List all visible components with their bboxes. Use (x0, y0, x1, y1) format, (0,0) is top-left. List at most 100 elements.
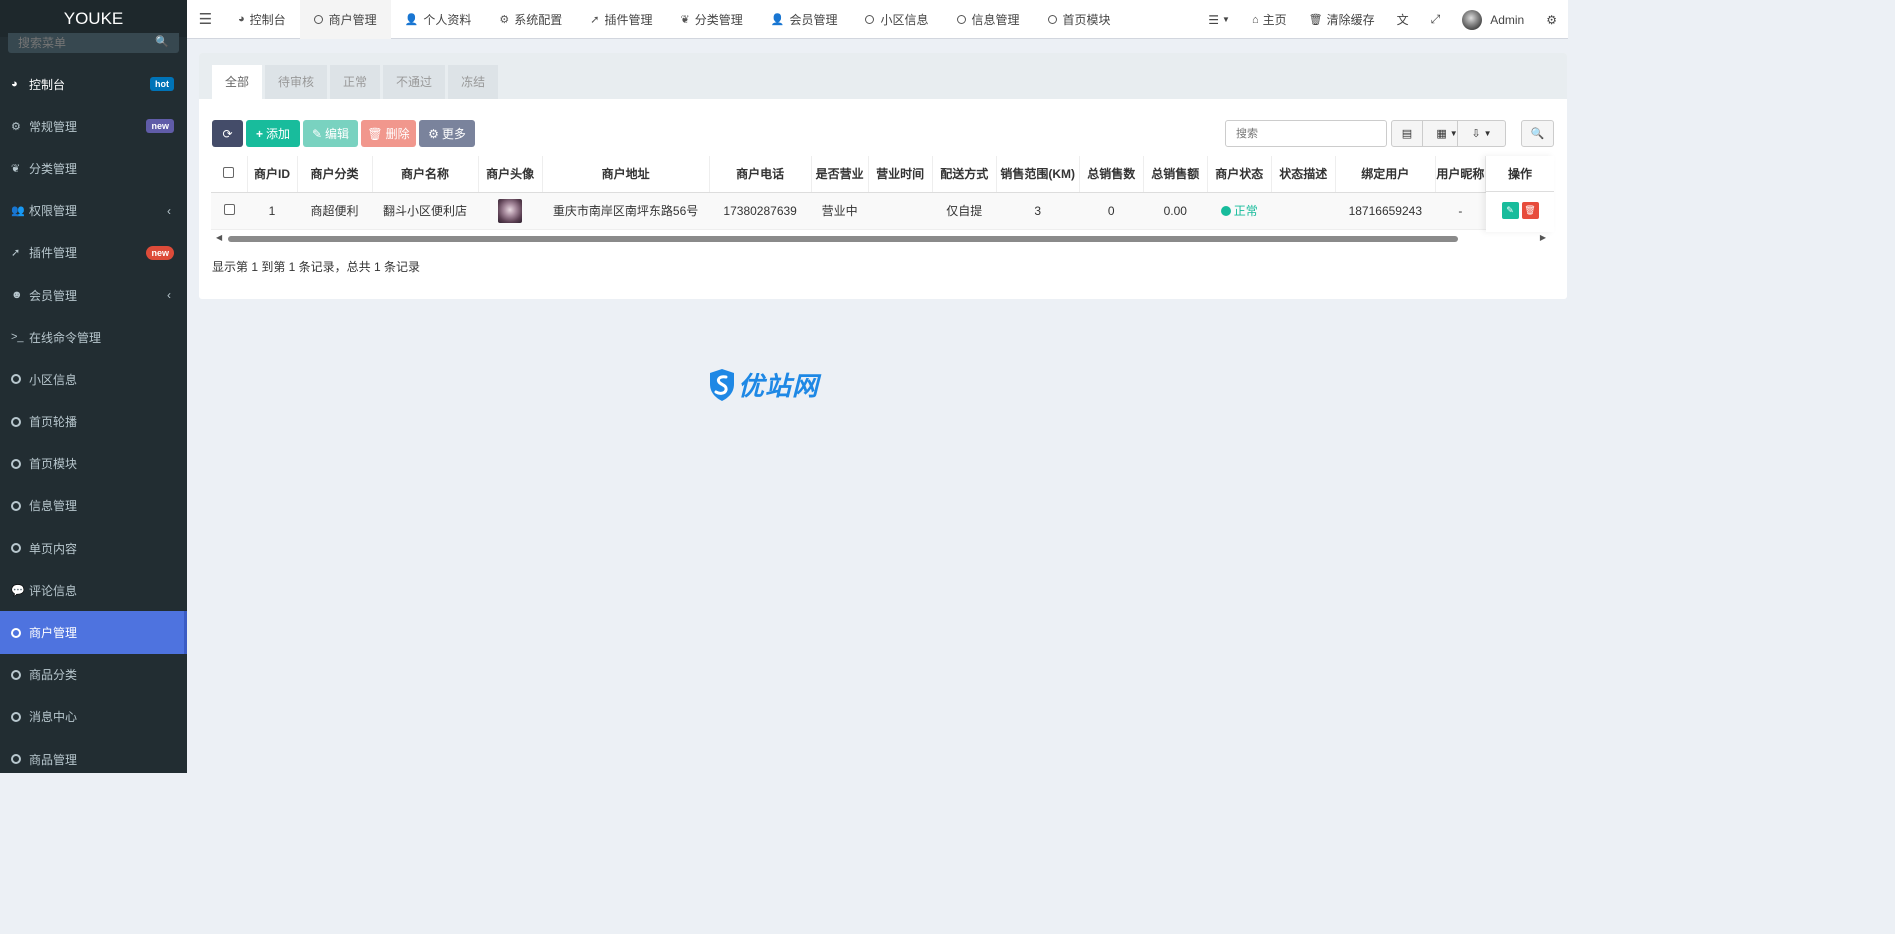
row-edit-button[interactable]: ✎ (1501, 202, 1519, 219)
merchant-avatar[interactable] (498, 198, 523, 223)
nav-tab[interactable]: 信息管理 (943, 0, 1034, 39)
sidebar-item[interactable]: 商户管理 (0, 611, 187, 654)
user-name: Admin (1490, 12, 1525, 27)
cogs-icon: ⚙ (11, 120, 21, 133)
app-logo[interactable]: YOUKE (0, 0, 187, 37)
language-icon[interactable]: 文 (1386, 11, 1420, 28)
column-header[interactable]: 销售范围(KM) (996, 156, 1080, 193)
export-button[interactable]: ⇩ ▼ (1457, 120, 1506, 147)
cell-nickname: - (1435, 192, 1486, 230)
sidebar-item[interactable]: ➚ 插件管理 new (0, 232, 187, 274)
column-header[interactable]: 营业时间 (868, 156, 933, 193)
fullscreen-icon[interactable]: ⤢ (1420, 12, 1452, 27)
toggle-view-button[interactable]: ▤ (1391, 120, 1423, 147)
scrollbar-thumb[interactable] (228, 236, 1458, 242)
sidebar-item[interactable]: ❦ 分类管理 (0, 147, 187, 189)
column-header[interactable]: 商户地址 (542, 156, 710, 193)
dashboard-icon: ◕ (238, 13, 245, 25)
status-tab[interactable]: 全部 (212, 65, 263, 99)
advanced-search-button[interactable]: 🔍 (1521, 120, 1554, 147)
refresh-button[interactable]: ⟳ (212, 120, 243, 147)
circle-icon (11, 458, 21, 469)
status-badge: 正常 (1233, 204, 1258, 218)
cell-status-desc (1271, 192, 1336, 230)
column-header[interactable]: 状态描述 (1271, 156, 1336, 193)
column-header[interactable]: 绑定用户 (1335, 156, 1436, 193)
column-header[interactable]: 是否营业 (811, 156, 869, 193)
nav-tab[interactable]: 首页模块 (1034, 0, 1125, 39)
sidebar-item[interactable]: ⚙ 常规管理 new (0, 105, 187, 147)
nav-tab[interactable]: ❦ 分类管理 (667, 0, 757, 39)
menu-toggle-icon[interactable]: ☰ (187, 10, 224, 28)
delete-button[interactable]: 🗑 删除 (361, 120, 416, 147)
sidebar-item[interactable]: 首页轮播 (0, 401, 187, 443)
nav-tab[interactable]: ⚙ 系统配置 (485, 0, 576, 39)
status-tab[interactable]: 冻结 (448, 65, 499, 99)
search-icon[interactable]: 🔍 (155, 35, 169, 48)
nav-tab[interactable]: 👤 个人资料 (391, 0, 486, 39)
column-header[interactable]: 用户昵称 (1435, 156, 1486, 193)
rocket-icon: ➚ (11, 247, 21, 260)
sidebar-item[interactable]: 首页模块 (0, 443, 187, 485)
sidebar-item-label: 在线命令管理 (29, 330, 102, 345)
nav-tab[interactable]: 商户管理 (299, 0, 391, 39)
search-icon: 🔍 (1530, 128, 1545, 140)
nav-tab[interactable]: ➚ 插件管理 (576, 0, 666, 39)
column-header[interactable]: 商户名称 (372, 156, 479, 193)
table-search (1225, 120, 1387, 147)
column-header[interactable]: 配送方式 (932, 156, 997, 193)
pencil-icon: ✎ (311, 126, 323, 141)
column-header[interactable]: 商户ID (247, 156, 298, 193)
home-link[interactable]: ⌂ 主页 (1241, 11, 1298, 28)
sidebar-item-label: 首页模块 (29, 457, 78, 472)
row-delete-button[interactable]: 🗑 (1521, 202, 1539, 219)
scroll-left-icon[interactable]: ◀ (216, 233, 222, 242)
column-header[interactable]: 商户分类 (297, 156, 373, 193)
table-header-row: 商户ID 商户分类 商户名称 商户头像 商户地址 商户电话 是否营业 营业时间 配送方式 销售范围… (211, 156, 1555, 193)
column-header[interactable]: 总销售数 (1079, 156, 1144, 193)
column-header[interactable]: 商户状态 (1207, 156, 1272, 193)
cell-id: 1 (247, 192, 298, 230)
sidebar-item[interactable]: 信息管理 (0, 485, 187, 527)
sidebar-item[interactable]: ◕ 控制台 hot (0, 63, 187, 105)
control-sidebar-icon[interactable]: ⚙ (1535, 13, 1568, 27)
cell-address: 重庆市南岸区南坪东路56号 (542, 192, 710, 230)
column-header[interactable]: 商户电话 (709, 156, 812, 193)
table-row[interactable]: 1 商超便利 翻斗小区便利店 重庆市南岸区南坪东路56号 17380287639 营业中 仅… (211, 192, 1554, 230)
sidebar-item[interactable]: 消息中心 (0, 696, 187, 738)
sidebar-item[interactable]: ☻ 会员管理 ‹ (0, 274, 187, 316)
nav-tabs: ◕ 控制台 商户管理 👤 个人资料 ⚙ 系统配置 ➚ 插件管理 ❦ 分类管理 👤 会员管理 小区信息 信息管… (224, 0, 1125, 39)
edit-button[interactable]: ✎ 编辑 (303, 120, 358, 147)
circle-icon (11, 543, 21, 554)
user-menu[interactable]: Admin (1451, 9, 1535, 30)
sidebar-item[interactable]: 👥 权限管理 ‹ (0, 190, 187, 232)
circle-icon (11, 627, 21, 638)
sidebar-item[interactable]: 小区信息 (0, 358, 187, 400)
sidebar-item[interactable]: >_ 在线命令管理 (0, 316, 187, 358)
sidebar-item[interactable]: 💬 评论信息 (0, 569, 187, 611)
nav-tab[interactable]: ◕ 控制台 (224, 0, 300, 39)
cell-phone: 17380287639 (709, 192, 812, 230)
scroll-right-icon[interactable]: ▶ (1540, 233, 1546, 242)
sidebar: YOUKE 🔍 ◕ 控制台 hot ⚙ 常规管理 new ❦ 分类管理 👥 权限管理 ‹ ➚ 插件管理 n… (0, 0, 187, 773)
horizontal-scrollbar[interactable]: ◀ ▶ (211, 233, 1554, 244)
nav-tab[interactable]: 小区信息 (851, 0, 942, 39)
table-search-input[interactable] (1226, 121, 1386, 146)
column-header[interactable]: 总销售额 (1143, 156, 1208, 193)
column-header[interactable]: 商户头像 (478, 156, 543, 193)
user-icon: 👤 (404, 13, 419, 26)
row-checkbox[interactable] (223, 203, 235, 215)
clear-cache-link[interactable]: 🗑 清除缓存 (1298, 11, 1386, 28)
sidebar-item[interactable]: 商品分类 (0, 654, 187, 696)
more-button[interactable]: ⚙ 更多 (419, 120, 475, 147)
select-all-checkbox[interactable] (223, 166, 235, 178)
status-tab[interactable]: 不通过 (383, 65, 446, 99)
nav-tab[interactable]: 👤 会员管理 (757, 0, 852, 39)
sidebar-item[interactable]: 单页内容 (0, 527, 187, 569)
sidebar-item[interactable]: 商品管理 (0, 738, 187, 773)
multi-nav-dropdown[interactable]: ☰ ▼ (1197, 13, 1241, 27)
add-button[interactable]: + 添加 (246, 120, 300, 147)
status-tab[interactable]: 待审核 (265, 65, 328, 99)
status-tab[interactable]: 正常 (330, 65, 381, 99)
sidebar-search-input[interactable] (8, 33, 179, 53)
